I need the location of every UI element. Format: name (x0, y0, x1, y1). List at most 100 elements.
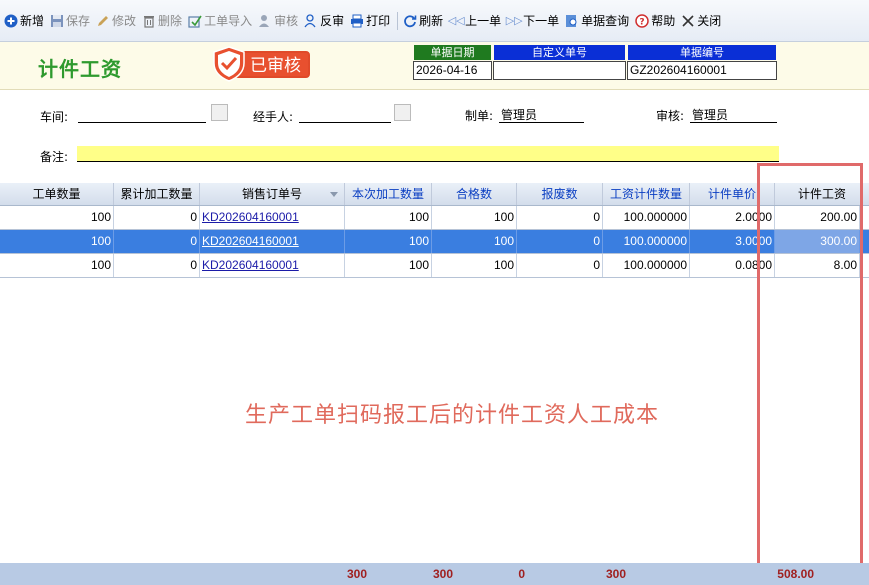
cell-scrap-qty: 0 (517, 206, 603, 229)
close-x-icon (681, 14, 695, 28)
cell-order-qty: 100 (0, 230, 114, 253)
col-header-scrap-qty[interactable]: 报废数 (517, 183, 603, 205)
floppy-icon (50, 14, 64, 28)
plus-circle-icon (4, 14, 18, 28)
handler-field[interactable] (299, 122, 391, 123)
new-button[interactable]: 新增 (2, 10, 48, 32)
total-pass-qty: 300 (432, 567, 453, 581)
col-header-sales-order-label: 销售订单号 (241, 187, 302, 201)
table-row[interactable]: 100 0 KD202604160001 100 100 0 100.000000 3.000… (0, 230, 869, 254)
import-icon (188, 14, 202, 28)
auditor-label: 审核: (656, 109, 685, 123)
user-check-icon (258, 14, 272, 28)
col-header-piece-qty[interactable]: 工资计件数量 (603, 183, 690, 205)
doc-no-field[interactable]: GZ202604160001 (627, 61, 777, 80)
cell-sales-order-link[interactable]: KD202604160001 (200, 230, 345, 253)
help-button[interactable]: ? 帮助 (633, 10, 679, 32)
close-button[interactable]: 关闭 (679, 10, 725, 32)
annotation-text: 生产工单扫码报工后的计件工资人工成本 (245, 403, 660, 428)
total-piece-qty: 300 (605, 567, 626, 581)
workshop-field[interactable] (78, 122, 206, 123)
delete-label: 删除 (158, 14, 183, 28)
maker-label: 制单: (465, 109, 494, 123)
auditor-value: 管理员 (692, 108, 729, 122)
cell-piece-qty: 100.000000 (603, 254, 690, 277)
detail-grid: 工单数量 累计加工数量 销售订单号 本次加工数量 合格数 报废数 工资计件数量 … (0, 183, 869, 563)
col-header-current-qty[interactable]: 本次加工数量 (345, 183, 432, 205)
audited-stamp: 已审核 (212, 46, 310, 82)
remark-label: 备注: (40, 150, 69, 164)
custom-no-field[interactable] (493, 61, 626, 80)
col-header-pass-qty[interactable]: 合格数 (432, 183, 517, 205)
new-label: 新增 (20, 14, 45, 28)
cell-cum-qty: 0 (114, 254, 200, 277)
table-row[interactable]: 100 0 KD202604160001 100 100 0 100.000000 0.080… (0, 254, 869, 278)
date-field[interactable]: 2026-04-16 (413, 61, 492, 80)
cell-pass-qty: 100 (432, 206, 517, 229)
svg-text:?: ? (640, 17, 645, 27)
edit-label: 修改 (112, 14, 137, 28)
save-label: 保存 (66, 14, 91, 28)
page-title: 计件工资 (38, 57, 122, 81)
import-label: 工单导入 (204, 14, 253, 28)
cell-order-qty: 100 (0, 206, 114, 229)
workshop-picker-button[interactable] (211, 104, 228, 121)
print-label: 打印 (366, 14, 391, 28)
audit-button[interactable]: 审核 (256, 10, 302, 32)
cell-pass-qty: 100 (432, 230, 517, 253)
double-right-arrow-icon: ▷▷ (505, 13, 523, 27)
delete-button[interactable]: 删除 (140, 10, 186, 32)
toolbar: 新增 保存 修改 删除 工单导入 审核 反审 打印 刷新 ◁◁ 上一单 ▷▷ 下… (0, 0, 869, 42)
col-header-cum-qty[interactable]: 累计加工数量 (114, 183, 200, 205)
shield-check-icon (213, 46, 245, 82)
prev-label: 上一单 (465, 14, 502, 28)
cell-pass-qty: 100 (432, 254, 517, 277)
double-left-arrow-icon: ◁◁ (447, 13, 465, 27)
date-label: 单据日期 (414, 45, 491, 60)
cell-piece-qty: 100.000000 (603, 206, 690, 229)
cell-sales-order-link[interactable]: KD202604160001 (200, 254, 345, 277)
toolbar-divider (397, 11, 399, 30)
custom-no-label: 自定义单号 (494, 45, 625, 60)
cell-scrap-qty: 0 (517, 254, 603, 277)
query-label: 单据查询 (581, 14, 630, 28)
remark-field[interactable] (77, 146, 779, 162)
query-button[interactable]: 单据查询 (563, 10, 633, 32)
totals-bar: 300 300 0 300 508.00 (0, 563, 869, 585)
handler-picker-button[interactable] (394, 104, 411, 121)
print-button[interactable]: 打印 (348, 10, 394, 32)
unaudit-button[interactable]: 反审 (302, 10, 348, 32)
refresh-icon (403, 14, 417, 28)
next-button[interactable]: ▷▷ 下一单 (505, 10, 563, 32)
cell-current-qty: 100 (345, 254, 432, 277)
highlight-frame (757, 163, 863, 581)
audit-label: 审核 (274, 14, 299, 28)
form-header: 计件工资 已审核 单据日期 2026-04-16 自定义单号 单据编号 GZ20… (0, 42, 869, 90)
cell-current-qty: 100 (345, 206, 432, 229)
pencil-icon (96, 14, 110, 28)
cell-cum-qty: 0 (114, 206, 200, 229)
table-row[interactable]: 100 0 KD202604160001 100 100 0 100.000000 2.000… (0, 206, 869, 230)
maker-value: 管理员 (501, 108, 538, 122)
refresh-button[interactable]: 刷新 (401, 10, 447, 32)
unaudit-label: 反审 (320, 14, 345, 28)
cell-sales-order-link[interactable]: KD202604160001 (200, 206, 345, 229)
import-button[interactable]: 工单导入 (186, 10, 256, 32)
edit-button[interactable]: 修改 (94, 10, 140, 32)
total-current-qty: 300 (346, 567, 367, 581)
total-wage: 508.00 (777, 567, 814, 581)
trash-icon (142, 14, 156, 28)
col-header-sales-order[interactable]: 销售订单号 (200, 183, 345, 205)
cell-scrap-qty: 0 (517, 230, 603, 253)
workshop-label: 车间: (40, 110, 69, 124)
cell-cum-qty: 0 (114, 230, 200, 253)
save-button[interactable]: 保存 (48, 10, 94, 32)
doc-no-label: 单据编号 (628, 45, 776, 60)
total-scrap-qty: 0 (518, 567, 525, 581)
cell-order-qty: 100 (0, 254, 114, 277)
prev-button[interactable]: ◁◁ 上一单 (447, 10, 505, 32)
sort-arrow-icon (330, 192, 338, 197)
user-undo-icon (304, 13, 318, 28)
help-label: 帮助 (651, 14, 676, 28)
col-header-order-qty[interactable]: 工单数量 (0, 183, 114, 205)
